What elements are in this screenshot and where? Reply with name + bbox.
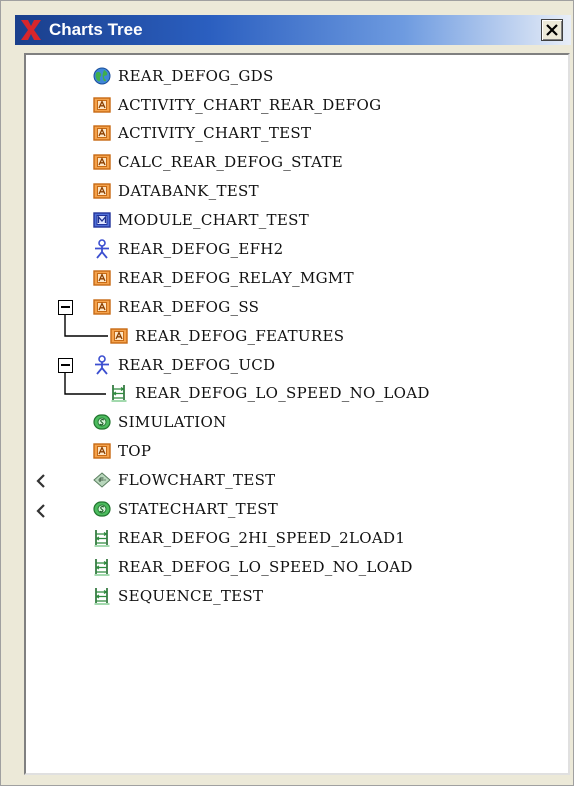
collapse-toggle[interactable]	[58, 358, 73, 373]
tree-item-label: ACTIVITY_CHART_REAR_DEFOG	[118, 96, 382, 114]
activity-chart-icon	[93, 443, 111, 459]
chevron-left-icon[interactable]	[34, 473, 48, 489]
tree-connector-line	[64, 315, 108, 337]
statechart-icon	[93, 414, 111, 430]
tree-item[interactable]: STATECHART_TEST	[92, 496, 278, 522]
activity-chart-icon	[93, 154, 111, 170]
tree-item-label: DATABANK_TEST	[118, 182, 259, 200]
activity-chart-icon	[93, 270, 111, 286]
tree-item-label: REAR_DEFOG_LO_SPEED_NO_LOAD	[135, 384, 430, 402]
globe-icon	[93, 67, 111, 85]
tree-item[interactable]: REAR_DEFOG_GDS	[92, 63, 274, 89]
charts-tree-window: Charts Tree REAR_DEFOG_GDS ACTIVITY_CHART…	[0, 0, 574, 786]
tree-item-label: REAR_DEFOG_EFH2	[118, 240, 284, 258]
tree-item-label: REAR_DEFOG_LO_SPEED_NO_LOAD	[118, 558, 413, 576]
tree-item-label: ACTIVITY_CHART_TEST	[118, 124, 312, 142]
close-button[interactable]	[541, 19, 563, 41]
tree-item[interactable]: DATABANK_TEST	[92, 178, 259, 204]
chevron-left-icon[interactable]	[34, 503, 48, 519]
tree-item[interactable]: MODULE_CHART_TEST	[92, 207, 309, 233]
tree-item-label: REAR_DEFOG_2HI_SPEED_2LOAD1	[118, 529, 406, 547]
activity-chart-icon	[93, 183, 111, 199]
module-chart-icon	[93, 212, 111, 228]
collapse-toggle[interactable]	[58, 300, 73, 315]
activity-chart-icon	[93, 125, 111, 141]
tree-item[interactable]: CALC_REAR_DEFOG_STATE	[92, 149, 343, 175]
title-bar[interactable]: Charts Tree	[15, 15, 571, 45]
tree-item-label: REAR_DEFOG_GDS	[118, 67, 274, 85]
flowchart-icon	[93, 472, 111, 488]
close-icon	[546, 24, 558, 36]
use-case-actor-icon	[95, 355, 109, 375]
tree-item-label: TOP	[118, 442, 152, 460]
tree-item-label: REAR_DEFOG_RELAY_MGMT	[118, 269, 354, 287]
tree-item-label: SIMULATION	[118, 413, 227, 431]
tree-item[interactable]: REAR_DEFOG_2HI_SPEED_2LOAD1	[92, 525, 405, 551]
tree-item[interactable]: SEQUENCE_TEST	[92, 583, 263, 609]
use-case-actor-icon	[95, 239, 109, 259]
tree-item[interactable]: SIMULATION	[92, 409, 227, 435]
tree-item[interactable]: REAR_DEFOG_RELAY_MGMT	[92, 265, 354, 291]
tree-item-label: REAR_DEFOG_FEATURES	[135, 327, 345, 345]
activity-chart-icon	[93, 299, 111, 315]
sequence-diagram-icon	[111, 385, 127, 402]
tree-item-label: MODULE_CHART_TEST	[118, 211, 309, 229]
sequence-diagram-icon	[94, 559, 110, 576]
tree-item-label: STATECHART_TEST	[118, 500, 279, 518]
tree-item[interactable]: REAR_DEFOG_SS	[92, 294, 259, 320]
window-title: Charts Tree	[49, 20, 143, 39]
tree-item[interactable]: ACTIVITY_CHART_TEST	[92, 120, 311, 146]
tree-connector-line	[64, 373, 106, 395]
activity-chart-icon	[93, 97, 111, 113]
tree-item[interactable]: REAR_DEFOG_LO_SPEED_NO_LOAD	[109, 380, 430, 406]
tree-item-label: CALC_REAR_DEFOG_STATE	[118, 153, 344, 171]
tree-item-label: SEQUENCE_TEST	[118, 587, 264, 605]
statechart-icon	[93, 501, 111, 517]
tree-item[interactable]: REAR_DEFOG_FEATURES	[109, 323, 344, 349]
tree-item[interactable]: ACTIVITY_CHART_REAR_DEFOG	[92, 92, 381, 118]
sequence-diagram-icon	[94, 530, 110, 547]
tree-item-label: REAR_DEFOG_SS	[118, 298, 260, 316]
tree-item[interactable]: FLOWCHART_TEST	[92, 467, 275, 493]
tree-item-label: REAR_DEFOG_UCD	[118, 356, 276, 374]
activity-chart-icon	[110, 328, 128, 344]
app-logo-icon	[21, 20, 41, 40]
tree-item[interactable]: REAR_DEFOG_EFH2	[92, 236, 284, 262]
sequence-diagram-icon	[94, 588, 110, 605]
tree-item-label: FLOWCHART_TEST	[118, 471, 276, 489]
charts-tree-panel[interactable]: REAR_DEFOG_GDS ACTIVITY_CHART_REAR_DEFOG A…	[24, 53, 570, 775]
tree-item[interactable]: TOP	[92, 438, 151, 464]
tree-item[interactable]: REAR_DEFOG_LO_SPEED_NO_LOAD	[92, 554, 413, 580]
tree-item[interactable]: REAR_DEFOG_UCD	[92, 352, 275, 378]
